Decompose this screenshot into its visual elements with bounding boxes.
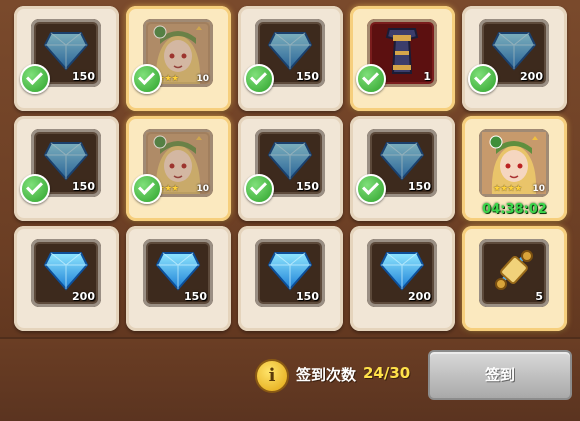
reward-quantity: 200 [520,70,543,83]
signin-count-value: 24/30 [363,364,411,382]
reward-quantity: 200 [72,290,95,303]
reward-slot-5[interactable]: 200 [462,6,567,111]
reward-slot-10[interactable]: ★★★★ 10 04:38:02 [462,116,567,221]
reward-slot-1[interactable]: 150 [14,6,119,111]
reward-quantity: 200 [408,290,431,303]
blue-gem-icon [379,252,425,291]
blue-gem-icon [43,32,89,71]
blue-gem-icon [491,32,537,71]
claimed-check-icon [20,64,50,94]
reward-item-gem: 150 [143,239,213,307]
reward-quantity: 150 [296,70,319,83]
reward-slot-14[interactable]: 200 [350,226,455,331]
claimed-check-icon [356,174,386,204]
reward-slot-4[interactable]: 1 [350,6,455,111]
reward-slot-8[interactable]: 150 [238,116,343,221]
reward-slot-6[interactable]: 150 [14,116,119,221]
reward-slot-15[interactable]: 5 [462,226,567,331]
claimed-check-icon [356,64,386,94]
reward-quantity: 150 [72,180,95,193]
armor-icon [385,28,419,74]
reward-quantity: 150 [296,180,319,193]
blue-gem-icon [43,252,89,291]
claimed-check-icon [244,64,274,94]
reward-quantity: 1 [423,70,431,83]
reward-slot-2[interactable]: ★★★ 10 [126,6,231,111]
reward-slot-3[interactable]: 150 [238,6,343,111]
reward-item-gem: 200 [367,239,437,307]
reward-quantity: 10 [196,74,209,84]
reward-slot-7[interactable]: ★★★ 10 [126,116,231,221]
claimed-check-icon [132,174,162,204]
reward-slot-12[interactable]: 150 [126,226,231,331]
hero-stars: ★★★★ [493,184,522,194]
claimed-check-icon [468,64,498,94]
reward-quantity: 10 [196,184,209,194]
blue-gem-icon [43,142,89,181]
signin-button[interactable]: 签到 [428,350,572,400]
reward-slot-9[interactable]: 150 [350,116,455,221]
signin-count-label: 签到次数 [296,366,357,384]
reward-quantity: 5 [535,290,543,303]
reward-quantity: 150 [408,180,431,193]
scroll-icon [495,250,533,290]
claimed-check-icon [132,64,162,94]
reward-quantity: 150 [184,290,207,303]
reward-item-hero: ★★★★ 10 [479,129,549,197]
reward-item-gem: 200 [31,239,101,307]
claimed-check-icon [20,174,50,204]
reward-slot-11[interactable]: 200 [14,226,119,331]
claimed-check-icon [244,174,274,204]
blue-gem-icon [155,252,201,291]
reward-quantity: 150 [72,70,95,83]
blue-gem-icon [267,32,313,71]
reward-slot-13[interactable]: 150 [238,226,343,331]
info-icon[interactable]: i [255,359,289,393]
blue-gem-icon [267,252,313,291]
reward-quantity: 10 [532,184,545,194]
blue-gem-icon [379,142,425,181]
countdown-timer: 04:38:02 [482,202,547,217]
reward-item-gem: 150 [255,239,325,307]
blue-gem-icon [267,142,313,181]
reward-quantity: 150 [296,290,319,303]
reward-item-scroll: 5 [479,239,549,307]
